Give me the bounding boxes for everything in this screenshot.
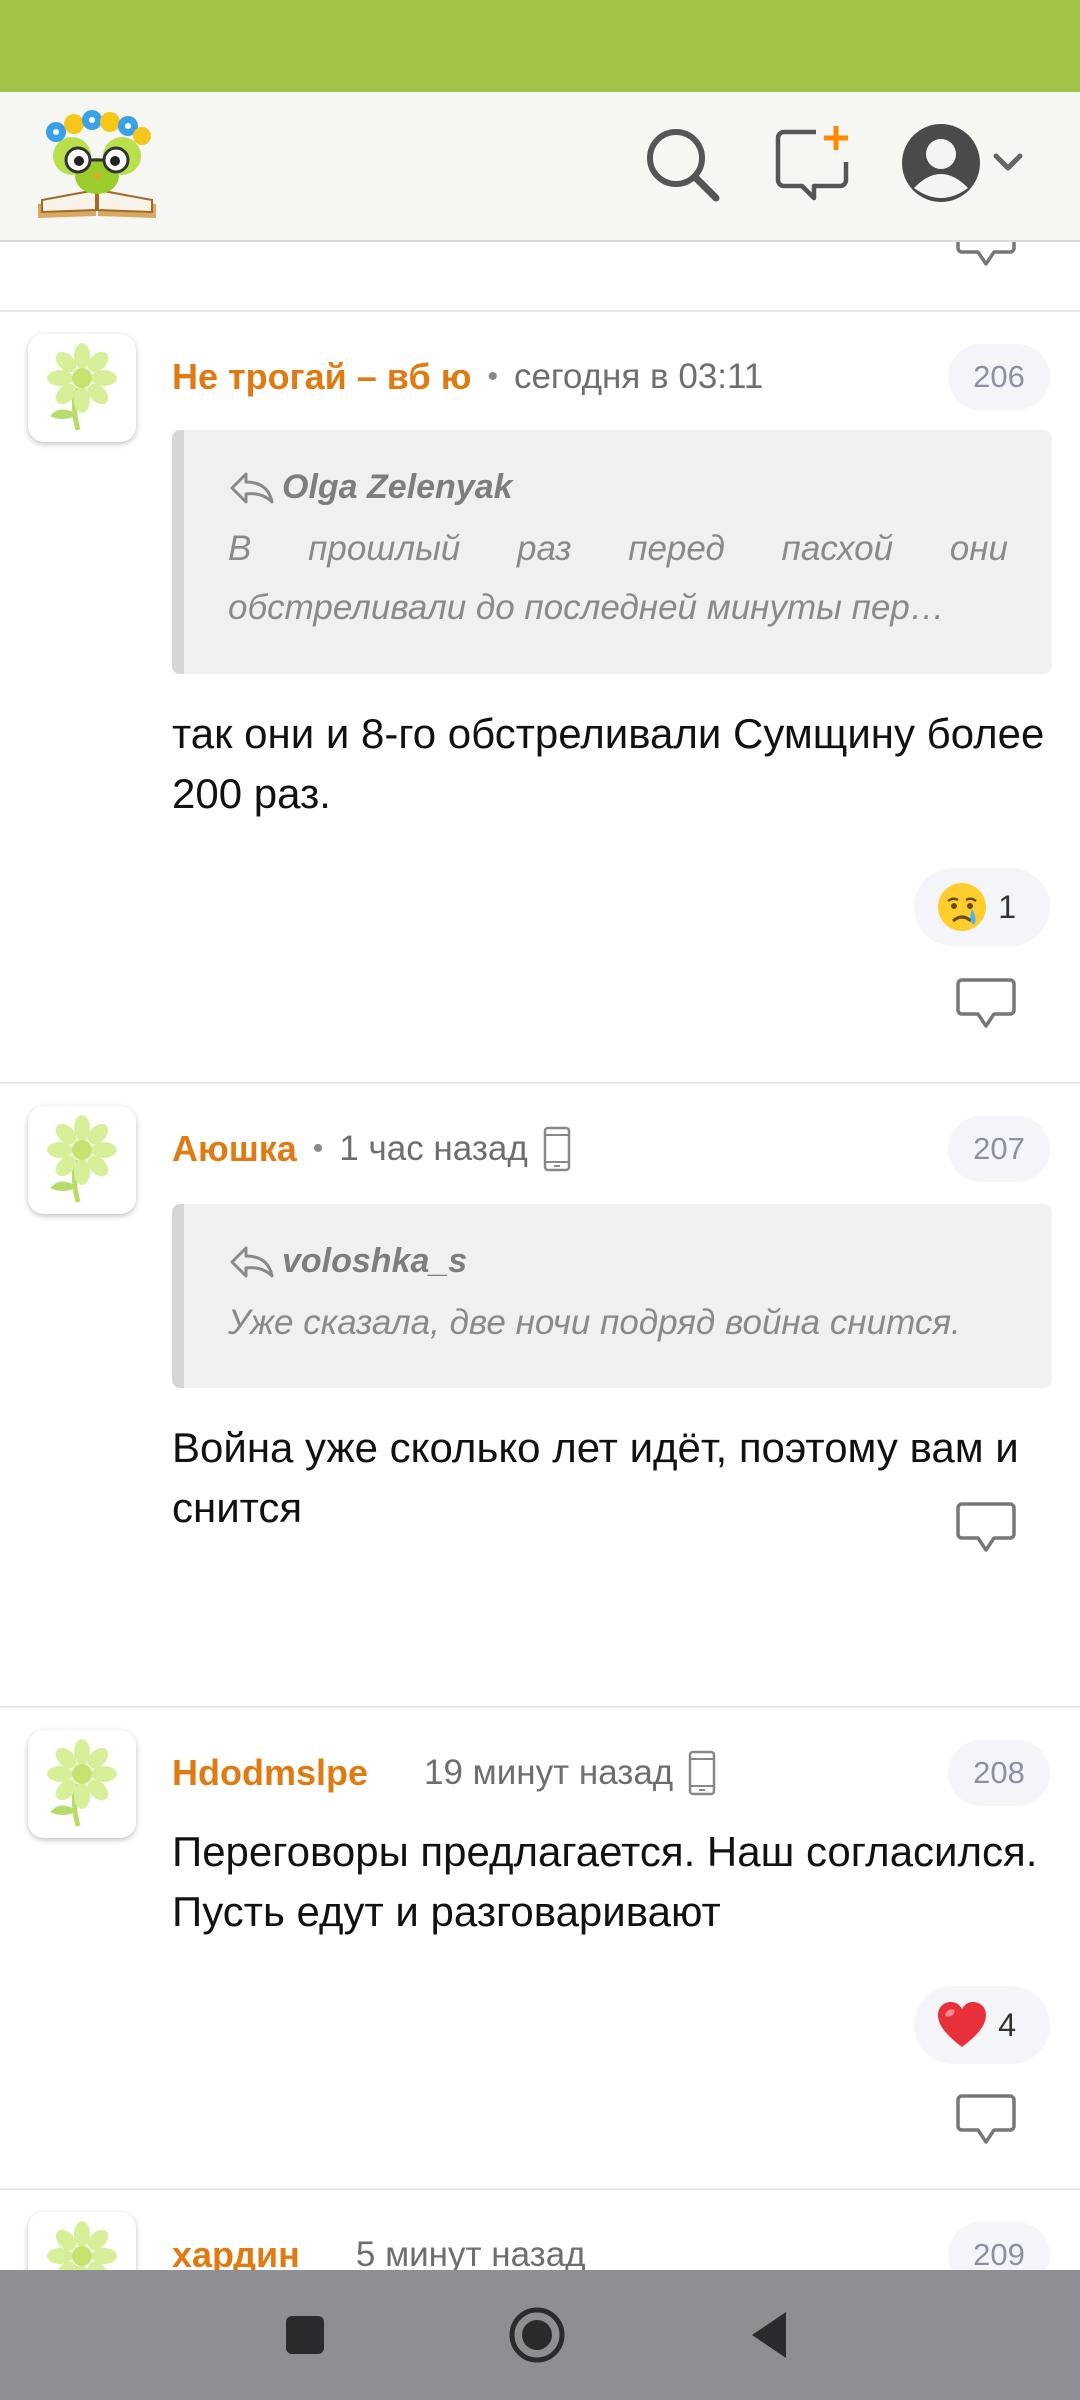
reaction-count: 4	[998, 2006, 1016, 2043]
user-avatar[interactable]	[28, 2212, 136, 2270]
reaction-badge[interactable]: 4	[914, 1986, 1050, 2064]
quote-author-row: Olga Zelenyak	[228, 468, 1008, 507]
user-avatar[interactable]	[28, 334, 136, 442]
crying-face-emoji	[938, 883, 987, 931]
quoted-comment[interactable]: voloshka_s Уже сказала, две ночи подряд …	[172, 1204, 1052, 1388]
comment-divider	[0, 1706, 1080, 1708]
comment-number[interactable]: 206	[948, 344, 1050, 410]
comment-number[interactable]: 207	[948, 1116, 1050, 1182]
comment-author[interactable]: Hdodmslpe	[172, 1752, 368, 1794]
red-heart-emoji	[938, 2002, 987, 2047]
mobile-device-icon	[543, 1126, 571, 1172]
daisy-avatar-icon	[47, 343, 117, 431]
reply-arrow-icon	[230, 472, 274, 503]
user-avatar[interactable]	[28, 1106, 136, 1214]
comment-divider	[0, 2188, 1080, 2190]
search-button[interactable]	[640, 122, 726, 208]
comment-divider	[0, 310, 1080, 312]
user-avatar[interactable]	[28, 1730, 136, 1838]
comment-time: сегодня в 03:11	[513, 357, 764, 396]
chevron-down-icon	[993, 153, 1023, 171]
comments-feed: Не трогай – вб ю • сегодня в 03:11 206 O…	[0, 240, 1080, 2270]
quoted-comment[interactable]: Olga Zelenyak В прошлый раз перед пасхой…	[172, 430, 1052, 674]
daisy-avatar-icon	[47, 2221, 117, 2270]
status-bar	[0, 0, 1080, 92]
quote-text-line2: обстреливали до последней минуты пер…	[228, 588, 945, 627]
reaction-count: 1	[998, 888, 1016, 925]
comment-time: 19 минут назад	[424, 1753, 674, 1792]
comment-number[interactable]: 208	[948, 1740, 1050, 1806]
separator-dot: •	[312, 1132, 324, 1165]
recent-apps-icon[interactable]	[272, 2302, 338, 2368]
comment-meta: Аюшка • 1 час назад	[172, 1124, 572, 1174]
comment-meta: хардин 5 минут назад	[172, 2230, 586, 2270]
comment-text: так они и 8-го обстреливали Сумщину боле…	[172, 710, 1045, 817]
reaction-badge[interactable]: 1	[914, 868, 1050, 946]
quote-text-line1: В прошлый раз перед пасхой они	[228, 529, 1008, 568]
quote-author: Olga Zelenyak	[282, 468, 513, 506]
back-icon[interactable]	[736, 2302, 802, 2368]
comment-number[interactable]: 209	[948, 2222, 1050, 2270]
comment-meta: Hdodmslpe 19 минут назад	[172, 1748, 717, 1798]
site-logo[interactable]	[34, 110, 160, 222]
quote-author-row: voloshka_s	[228, 1242, 1008, 1281]
app-header	[0, 92, 1080, 242]
search-icon	[647, 129, 720, 202]
daisy-avatar-icon	[47, 1739, 117, 1827]
home-icon[interactable]	[504, 2302, 570, 2368]
comment-text: Война уже сколько лет идёт, поэтому вам …	[172, 1424, 1019, 1531]
quote-author: voloshka_s	[282, 1242, 468, 1280]
new-post-icon	[775, 126, 849, 201]
reply-arrow-icon	[230, 1246, 274, 1277]
comment-author[interactable]: Аюшка	[172, 1128, 297, 1170]
comment-divider	[0, 1082, 1080, 1084]
reply-icon[interactable]	[956, 976, 1016, 1032]
comment-author[interactable]: хардин	[172, 2234, 300, 2270]
quote-text: Уже сказала, две ночи подряд война снитс…	[228, 1303, 961, 1342]
reply-icon[interactable]	[956, 1500, 1016, 1556]
comment-author[interactable]: Не трогай – вб ю	[172, 356, 471, 398]
comment-text: Переговоры предлагается. Наш согласился.…	[172, 1828, 1038, 1935]
separator-dot: •	[487, 360, 498, 393]
mobile-device-icon	[688, 1750, 716, 1796]
profile-menu-button[interactable]	[900, 122, 1030, 208]
reply-icon[interactable]	[956, 240, 1016, 270]
daisy-avatar-icon	[47, 1115, 117, 1203]
reply-icon[interactable]	[956, 2092, 1016, 2148]
profile-avatar-icon	[902, 124, 980, 202]
comment-meta: Не трогай – вб ю • сегодня в 03:11	[172, 352, 763, 402]
system-nav-bar	[0, 2270, 1080, 2400]
comment-time: 1 час назад	[339, 1129, 528, 1168]
new-post-button[interactable]	[770, 122, 856, 208]
comment-time: 5 минут назад	[355, 2235, 586, 2270]
